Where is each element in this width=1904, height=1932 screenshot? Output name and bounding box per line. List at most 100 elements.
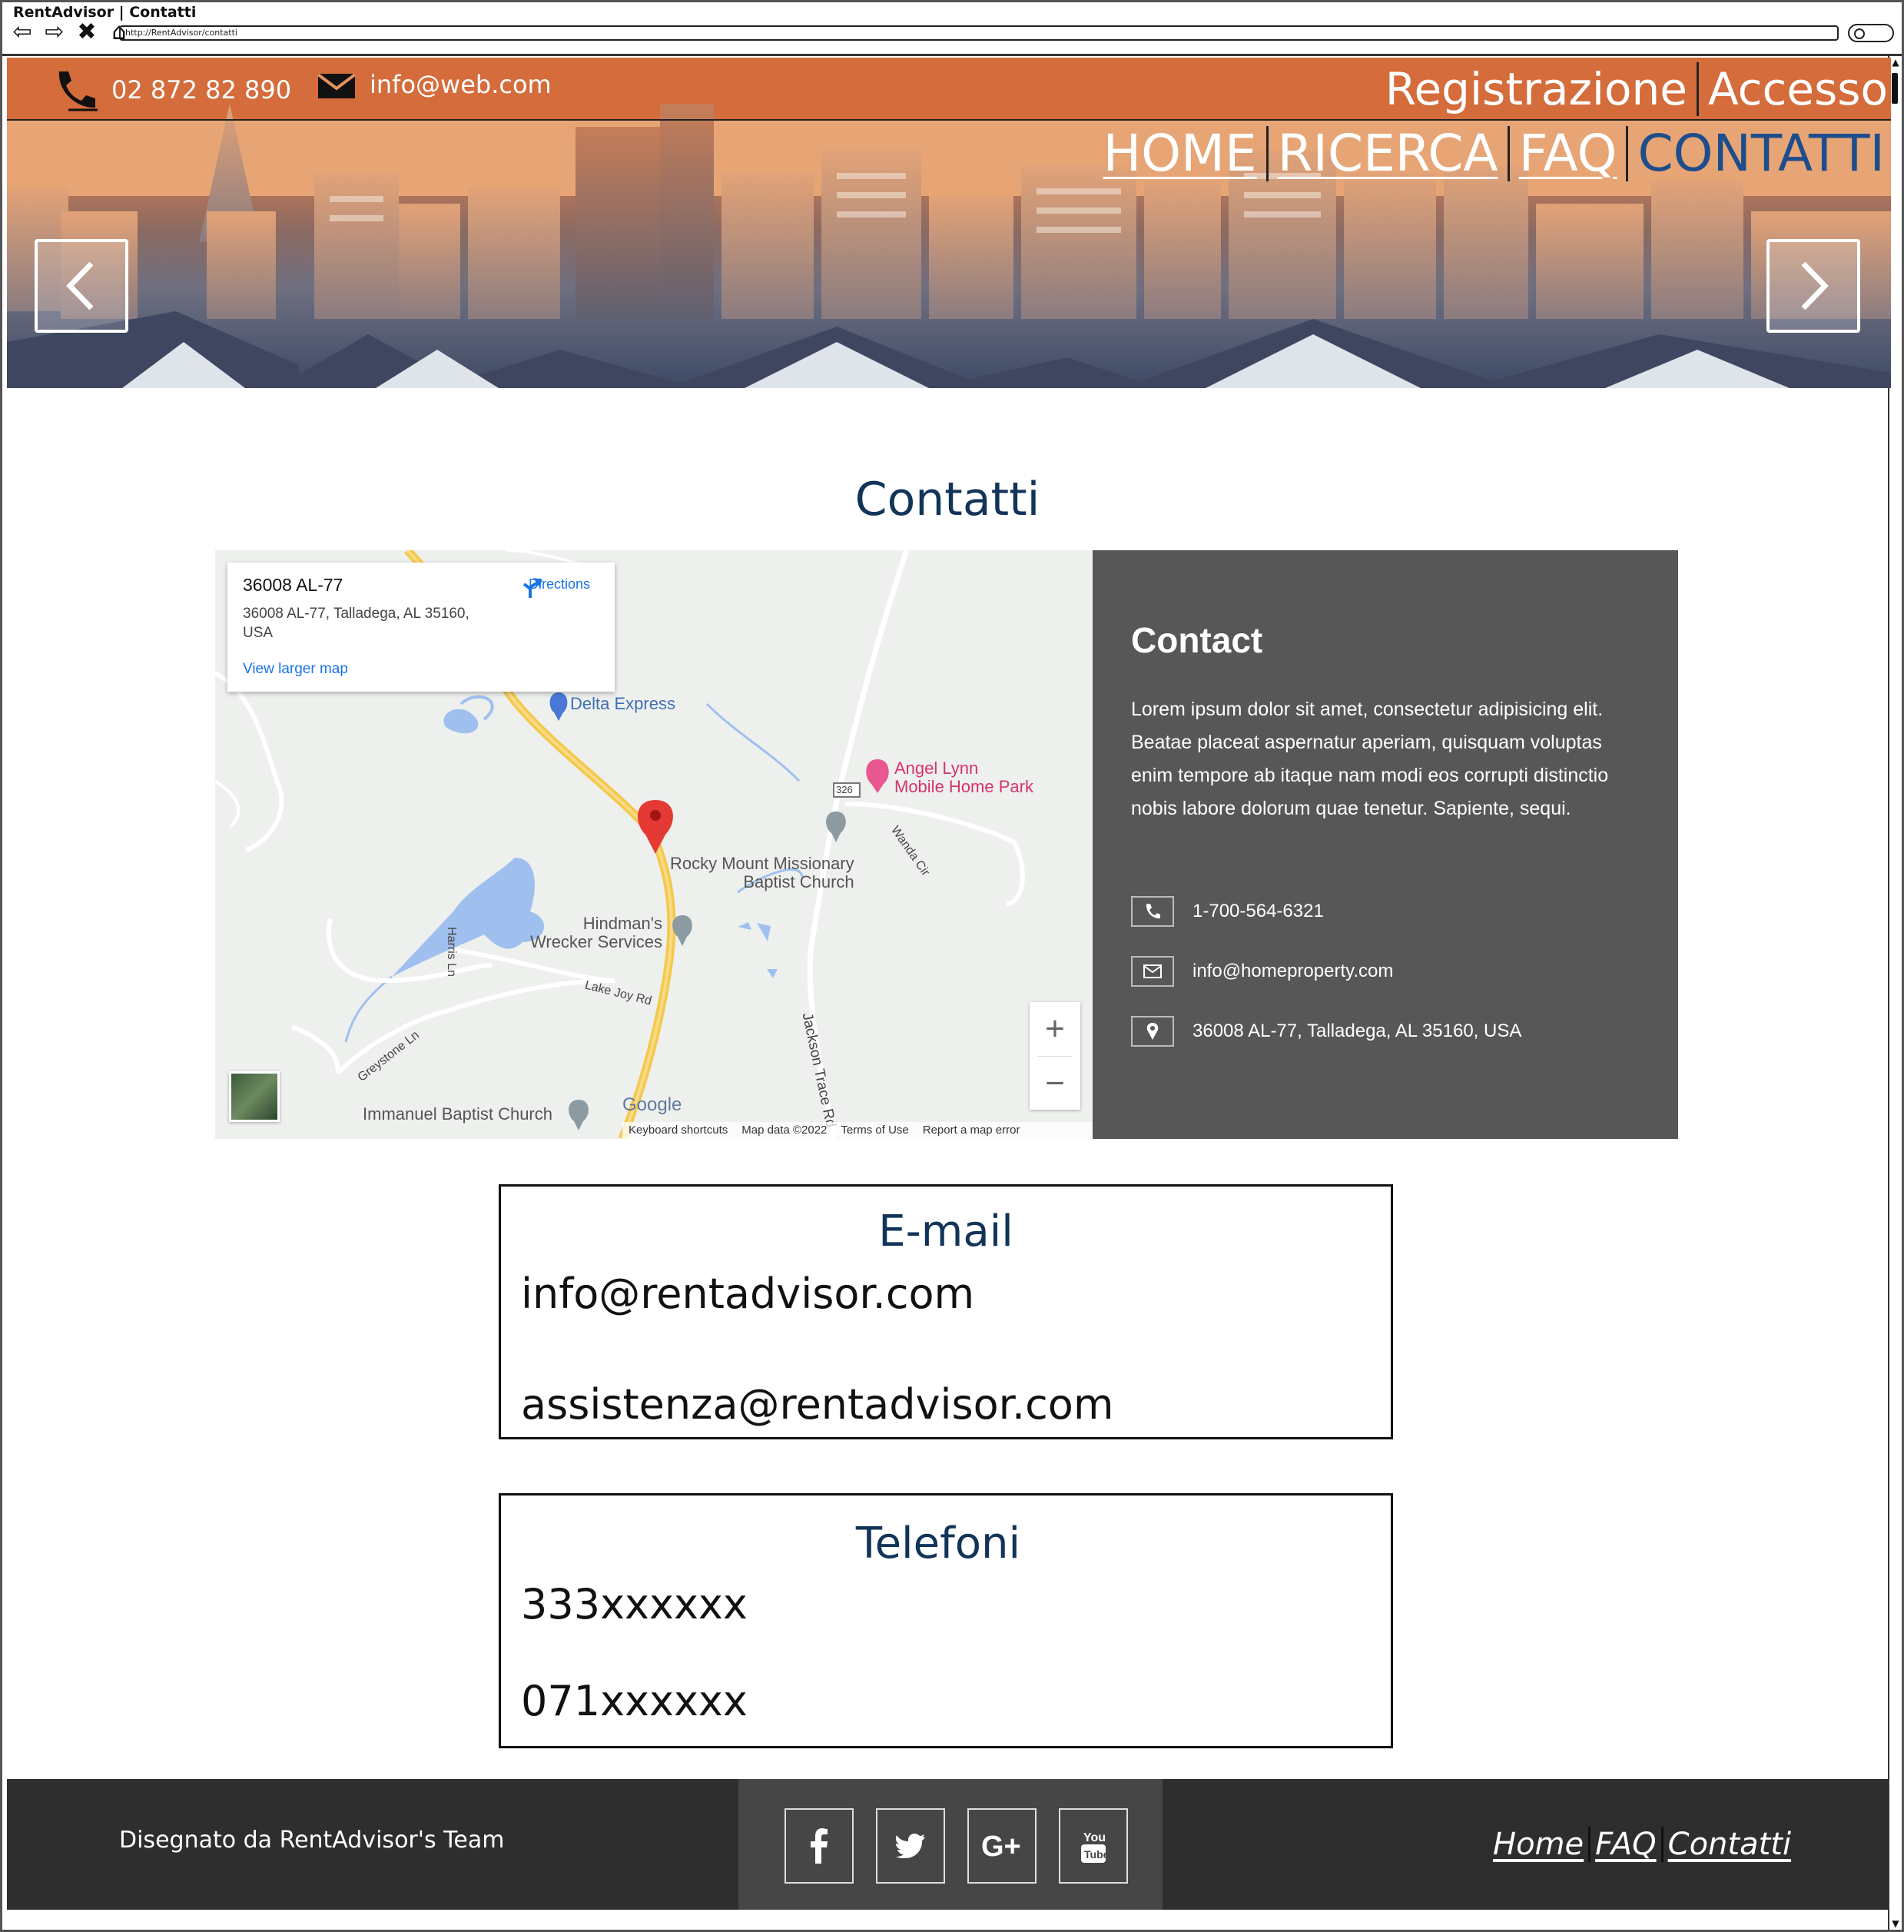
map-zoom-control: + − (1030, 1002, 1080, 1110)
browser-nav-buttons: ⇦ ⇨ ✖ ⌂ (10, 19, 131, 45)
scroll-thumb[interactable] (1892, 73, 1898, 104)
browser-window: RentAdvisor | Contatti ⇦ ⇨ ✖ ⌂ http://Re… (0, 0, 1904, 1932)
map-pin-icon (1131, 1016, 1174, 1047)
map-label-angel[interactable]: Angel Lynn Mobile Home Park (894, 759, 1033, 796)
directions-icon (522, 578, 542, 598)
footer-links: Home FAQ Contatti (1493, 1827, 1791, 1862)
auth-separator (1696, 62, 1699, 116)
place-address: 36008 AL-77, Talladega, AL 35160, USA (243, 606, 469, 641)
footer-link-separator (1588, 1827, 1591, 1862)
map-place-card: 36008 AL-77 36008 AL-77, Talladega, AL 3… (227, 563, 615, 692)
directions-button[interactable]: Directions (521, 576, 598, 598)
email-line-info[interactable]: info@rentadvisor.com (521, 1270, 974, 1318)
chevron-right-icon (1801, 261, 1829, 310)
stop-icon[interactable]: ✖ (75, 19, 99, 45)
search-icon[interactable] (1848, 24, 1894, 42)
header-email-address[interactable]: info@web.com (370, 70, 552, 99)
nav-ricerca[interactable]: RICERCA (1278, 124, 1498, 183)
auth-links: Registrazione Accesso (1385, 62, 1888, 116)
main-navigation: HOME RICERCA FAQ CONTATTI (1103, 124, 1885, 183)
browser-toolbar: RentAdvisor | Contatti ⇦ ⇨ ✖ ⌂ http://Re… (2, 2, 1902, 56)
map-label-delta[interactable]: Delta Express (570, 695, 675, 713)
contact-address-row: 36008 AL-77, Talladega, AL 35160, USA (1131, 1016, 1521, 1047)
svg-text:You: You (1083, 1831, 1106, 1844)
google-logo: Google (622, 1094, 682, 1115)
embedded-map[interactable]: 36008 AL-77 36008 AL-77, Talladega, AL 3… (215, 550, 1093, 1139)
zoom-in-button[interactable]: + (1030, 1002, 1080, 1056)
scroll-up-icon[interactable]: ▲ (1889, 56, 1902, 68)
footer-link-home[interactable]: Home (1493, 1827, 1584, 1862)
header-phone: 02 872 82 890 (53, 68, 291, 111)
site-footer: Disegnato da RentAdvisor's Team G+ You T… (7, 1779, 1888, 1910)
hero-banner: 02 872 82 890 info@web.com Registrazione… (7, 58, 1891, 388)
contact-email[interactable]: info@homeproperty.com (1192, 961, 1393, 982)
view-larger-map-link[interactable]: View larger map (243, 661, 348, 678)
carousel-next-button[interactable] (1766, 239, 1860, 333)
nav-separator (1507, 125, 1510, 181)
phone-box-title: Telefoni (855, 1519, 1021, 1569)
phone-line-landline: 071xxxxxx (521, 1677, 748, 1725)
nav-home[interactable]: HOME (1103, 124, 1256, 183)
map-label-rocky[interactable]: Rocky Mount Missionary Baptist Church (670, 855, 854, 891)
phone-box: Telefoni 333xxxxxx 071xxxxxx (499, 1493, 1393, 1748)
contact-email-row: info@homeproperty.com (1131, 956, 1393, 987)
nav-contatti[interactable]: CONTATTI (1637, 124, 1885, 183)
header-phone-number: 02 872 82 890 (111, 75, 292, 105)
map-route-shield: 326 (836, 784, 853, 795)
map-label-harris: Harris Ln (445, 927, 458, 977)
svg-text:G+: G+ (981, 1831, 1021, 1861)
phone-line-mobile: 333xxxxxx (521, 1580, 748, 1628)
zoom-out-button[interactable]: − (1030, 1057, 1080, 1110)
address-bar[interactable]: http://RentAdvisor/contatti (119, 25, 1839, 41)
youtube-icon: You Tube (1081, 1831, 1108, 1863)
keyboard-shortcuts-link[interactable]: Keyboard shortcuts (629, 1122, 728, 1139)
phone-icon (58, 71, 98, 111)
email-line-assistenza[interactable]: assistenza@rentadvisor.com (521, 1380, 1113, 1429)
map-label-immanuel[interactable]: Immanuel Baptist Church (363, 1105, 552, 1124)
window-title: RentAdvisor | Contatti (13, 4, 197, 21)
facebook-button[interactable] (784, 1808, 854, 1884)
carousel-prev-button[interactable] (35, 239, 128, 333)
twitter-button[interactable] (876, 1808, 945, 1884)
scroll-down-icon[interactable]: ▼ (1889, 1917, 1902, 1930)
contact-description: Lorem ipsum dolor sit amet, consectetur … (1131, 699, 1609, 819)
footer-link-separator (1660, 1827, 1664, 1862)
register-link[interactable]: Registrazione (1385, 63, 1687, 115)
youtube-button[interactable]: You Tube (1059, 1808, 1128, 1884)
page-title: Contatti (854, 473, 1040, 526)
header-divider (7, 119, 1891, 121)
satellite-toggle[interactable] (229, 1071, 280, 1122)
facebook-icon (811, 1828, 828, 1864)
svg-text:Tube: Tube (1084, 1848, 1108, 1861)
place-title: 36008 AL-77 (243, 575, 343, 595)
footer-link-contatti[interactable]: Contatti (1668, 1827, 1791, 1862)
contact-panel: Contact Lorem ipsum dolor sit amet, cons… (1093, 550, 1678, 1139)
contact-phone-row: 1-700-564-6321 (1131, 896, 1324, 927)
map-label-hindman[interactable]: Hindman's Wrecker Services (530, 915, 662, 951)
terms-link[interactable]: Terms of Use (841, 1122, 908, 1139)
envelope-icon (1131, 956, 1174, 987)
email-box-title: E-mail (878, 1207, 1013, 1256)
back-icon[interactable]: ⇦ (10, 19, 35, 45)
envelope-icon (317, 73, 356, 98)
footer-credit: Disegnato da RentAdvisor's Team (119, 1827, 505, 1854)
map-data-text: Map data ©2022 (741, 1124, 828, 1137)
footer-link-faq[interactable]: FAQ (1595, 1827, 1657, 1862)
nav-separator (1265, 125, 1269, 181)
chevron-left-icon (66, 261, 94, 310)
nav-faq[interactable]: FAQ (1519, 124, 1617, 183)
contact-title: Contact (1131, 620, 1263, 660)
phone-icon (1131, 896, 1174, 927)
google-plus-icon: G+ (981, 1831, 1021, 1861)
email-box: E-mail info@rentadvisor.com assistenza@r… (499, 1184, 1393, 1439)
contact-address: 36008 AL-77, Talladega, AL 35160, USA (1192, 1021, 1522, 1041)
social-links: G+ You Tube (738, 1779, 1163, 1910)
report-error-link[interactable]: Report a map error (923, 1122, 1020, 1139)
forward-icon[interactable]: ⇨ (42, 19, 67, 45)
google-plus-button[interactable]: G+ (967, 1808, 1037, 1884)
twitter-icon (896, 1834, 925, 1858)
nav-separator (1626, 125, 1629, 181)
header-email: info@web.com (317, 70, 552, 99)
login-link[interactable]: Accesso (1708, 63, 1888, 115)
contact-phone: 1-700-564-6321 (1192, 901, 1324, 921)
